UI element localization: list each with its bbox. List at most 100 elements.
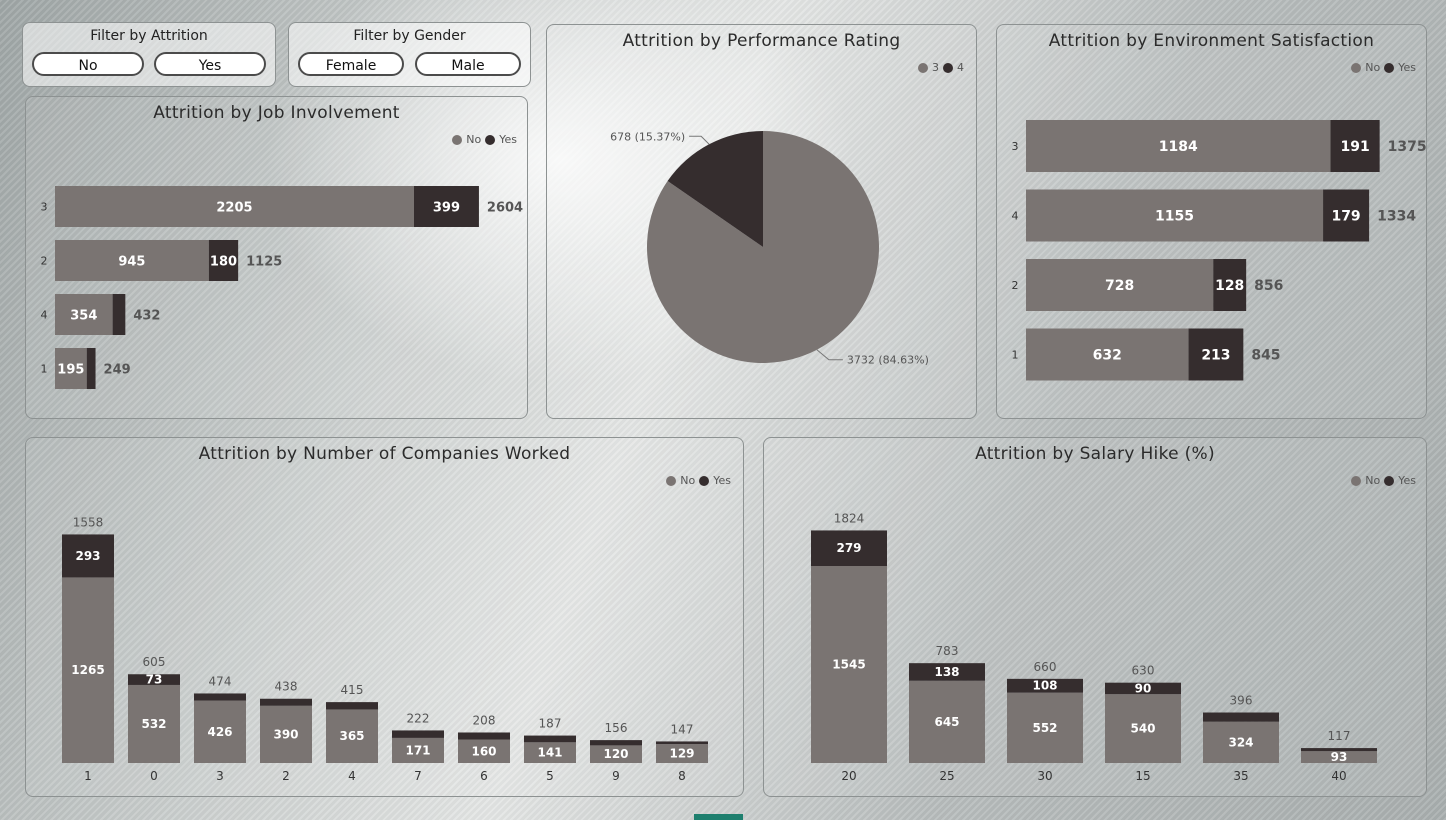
bar-total-label: 630 [1132, 664, 1155, 678]
bar-total-label: 415 [341, 683, 364, 697]
bar-no-label: 632 [1093, 348, 1122, 364]
bar-no-label: 426 [207, 725, 232, 739]
category-label: 1 [1012, 349, 1019, 362]
filter-attrition-slicer: Filter by Attrition No Yes [22, 22, 276, 87]
bar-no-label: 160 [471, 744, 496, 758]
performance-rating-panel: Attrition by Performance Rating 3 4 3732… [546, 24, 977, 419]
bar-no-label: 324 [1228, 735, 1253, 749]
environment-satisfaction-chart: 3 1184 191 1375 4 1155 179 1334 2 728 128 856 1 632 21… [1012, 120, 1426, 381]
category-label: 35 [1233, 769, 1248, 783]
pie-data-label: 3732 (84.63%) [847, 354, 929, 367]
bar-yes [112, 294, 126, 335]
environment-satisfaction-panel: Attrition by Environment Satisfaction No… [996, 24, 1427, 419]
bar-no-label: 354 [70, 309, 97, 324]
job-involvement-panel: Attrition by Job Involvement No Yes 3 220… [25, 96, 528, 419]
category-label: 15 [1135, 769, 1150, 783]
bar-no-label: 945 [118, 255, 145, 270]
pie-leader-line [816, 349, 843, 361]
bar-no-label: 365 [339, 729, 364, 743]
category-label: 2 [41, 255, 48, 268]
category-label: 3 [41, 201, 48, 214]
bar-yes-label: 179 [1331, 209, 1360, 225]
bar-total-label: 187 [539, 717, 562, 731]
bar-total-label: 1125 [246, 255, 282, 270]
bar-yes-label: 191 [1340, 139, 1369, 155]
bar-total-label: 1558 [73, 515, 104, 529]
bar-no-label: 129 [669, 747, 694, 761]
bar-total-label: 2604 [487, 201, 523, 216]
bar-no-label: 728 [1105, 278, 1134, 294]
category-label: 30 [1037, 769, 1052, 783]
bar-no-label: 195 [57, 363, 84, 378]
bar-total-label: 156 [605, 721, 628, 735]
category-label: 40 [1331, 769, 1346, 783]
filter-attrition-title: Filter by Attrition [90, 28, 208, 44]
bar-total-label: 208 [473, 713, 496, 727]
bar-yes [260, 698, 312, 706]
category-label: 4 [348, 769, 356, 783]
bar-no-label: 171 [405, 743, 430, 757]
category-label: 25 [939, 769, 954, 783]
pie-leader-line [689, 135, 710, 145]
bar-yes [656, 741, 708, 745]
bar-no-label: 532 [141, 717, 166, 731]
category-label: 2 [1012, 279, 1019, 292]
category-label: 0 [150, 769, 158, 783]
bar-total-label: 147 [671, 722, 694, 736]
bar-no-label: 120 [603, 747, 628, 761]
bar-yes-label: 108 [1032, 679, 1057, 693]
category-label: 4 [1012, 210, 1019, 223]
category-label: 4 [41, 309, 48, 322]
bar-yes-label: 293 [75, 549, 100, 563]
bar-total-label: 660 [1034, 660, 1057, 674]
bar-yes [590, 740, 642, 746]
filter-gender-title: Filter by Gender [353, 28, 466, 44]
filter-gender-male-button[interactable]: Male [415, 52, 521, 76]
category-label: 9 [612, 769, 620, 783]
bar-no-label: 1265 [71, 663, 104, 677]
bar-yes-label: 90 [1135, 681, 1152, 695]
category-label: 7 [414, 769, 422, 783]
active-page-tab[interactable] [694, 814, 743, 820]
category-label: 6 [480, 769, 488, 783]
category-label: 3 [216, 769, 224, 783]
bar-no-label: 540 [1130, 722, 1155, 736]
filter-gender-female-button[interactable]: Female [298, 52, 404, 76]
bar-total-label: 438 [275, 680, 298, 694]
bar-yes [194, 693, 246, 701]
bar-total-label: 856 [1254, 278, 1283, 294]
salary-hike-panel: Attrition by Salary Hike (%) No Yes 1545… [763, 437, 1427, 797]
bar-yes-label: 180 [210, 255, 237, 270]
bar-no-label: 93 [1331, 750, 1348, 764]
bar-yes-label: 128 [1215, 278, 1244, 294]
bar-yes [524, 735, 576, 743]
filter-attrition-yes-button[interactable]: Yes [154, 52, 266, 76]
category-label: 3 [1012, 140, 1019, 153]
bar-yes [1203, 712, 1279, 722]
performance-rating-chart: 3732 (84.63%) 678 (15.37%) [610, 130, 929, 367]
companies-worked-chart: 1265293155815327360504264743390438236541… [62, 515, 708, 783]
bar-total-label: 396 [1230, 694, 1253, 708]
bar-no-label: 552 [1032, 721, 1057, 735]
filter-attrition-no-button[interactable]: No [32, 52, 144, 76]
bar-no-label: 1184 [1159, 139, 1198, 155]
bar-no-label: 390 [273, 727, 298, 741]
bar-total-label: 605 [143, 655, 166, 669]
filter-gender-slicer: Filter by Gender Female Male [288, 22, 531, 87]
category-label: 8 [678, 769, 686, 783]
bar-total-label: 117 [1328, 729, 1351, 743]
bar-no-label: 1155 [1155, 209, 1194, 225]
bar-no-label: 645 [934, 715, 959, 729]
bar-no-label: 141 [537, 746, 562, 760]
bar-yes [326, 702, 378, 710]
pie-data-label: 678 (15.37%) [610, 130, 685, 143]
bar-total-label: 222 [407, 711, 430, 725]
bar-total-label: 1334 [1377, 209, 1416, 225]
category-label: 2 [282, 769, 290, 783]
salary-hike-chart: 1545 279 1824 20 645 138 783 25 552 108 660 30 540 90… [811, 511, 1377, 783]
bar-total-label: 845 [1251, 348, 1280, 364]
category-label: 20 [841, 769, 856, 783]
bar-total-label: 249 [104, 363, 131, 378]
category-label: 1 [84, 769, 92, 783]
job-involvement-chart: 3 2205 399 2604 2 945 180 1125 4 354 432 1 195 249 [41, 186, 523, 389]
